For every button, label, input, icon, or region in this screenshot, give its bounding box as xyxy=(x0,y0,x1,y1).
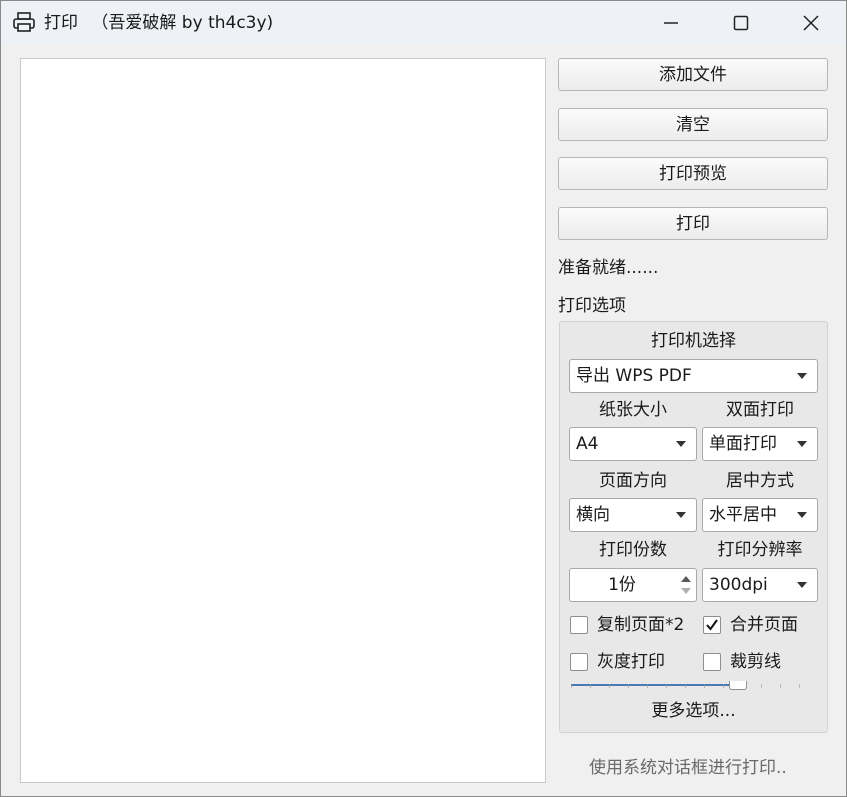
crop-marks-checkbox[interactable] xyxy=(703,653,721,671)
chevron-down-icon xyxy=(676,512,686,518)
copies-value: 1份 xyxy=(608,575,636,595)
slider-ticks xyxy=(571,684,817,688)
print-options-title: 打印选项 xyxy=(558,296,626,316)
grayscale-checkbox[interactable] xyxy=(570,653,588,671)
minimize-icon xyxy=(664,22,678,24)
close-button[interactable] xyxy=(776,1,846,45)
window-title-subtitle: （吾爱破解 by th4c3y) xyxy=(91,13,274,33)
paper-size-label: 纸张大小 xyxy=(599,400,667,420)
resolution-select-value: 300dpi xyxy=(709,575,768,595)
crop-marks-label: 裁剪线 xyxy=(730,652,781,672)
window-title-main: 打印 xyxy=(44,13,78,33)
checkmark-icon xyxy=(706,619,718,631)
centering-label: 居中方式 xyxy=(726,471,794,491)
status-text: 准备就绪...... xyxy=(558,258,659,278)
duplex-label: 双面打印 xyxy=(726,400,794,420)
paper-size-select-value: A4 xyxy=(576,434,599,454)
chevron-down-icon xyxy=(797,373,807,379)
title-bar[interactable]: 打印 （吾爱破解 by th4c3y) xyxy=(1,1,846,45)
copies-label: 打印份数 xyxy=(599,540,667,560)
close-icon xyxy=(803,15,819,31)
file-preview-area[interactable] xyxy=(20,58,546,783)
printer-label: 打印机选择 xyxy=(651,331,736,351)
chevron-down-icon xyxy=(797,582,807,588)
add-file-button[interactable]: 添加文件 xyxy=(558,58,828,91)
paper-size-select[interactable]: A4 xyxy=(569,427,697,461)
chevron-down-icon xyxy=(797,441,807,447)
maximize-button[interactable] xyxy=(706,1,776,45)
duplex-select[interactable]: 单面打印 xyxy=(702,427,818,461)
slider-track[interactable] xyxy=(571,684,817,688)
duplicate-pages-label: 复制页面*2 xyxy=(597,615,685,635)
printer-select[interactable]: 导出 WPS PDF xyxy=(569,359,818,393)
printer-icon xyxy=(13,12,35,32)
window-title: 打印 （吾爱破解 by th4c3y) xyxy=(44,12,273,34)
duplex-select-value: 单面打印 xyxy=(709,434,777,454)
centering-select-value: 水平居中 xyxy=(709,505,777,525)
print-preview-button[interactable]: 打印预览 xyxy=(558,157,828,190)
print-button[interactable]: 打印 xyxy=(558,207,828,240)
merge-pages-checkbox[interactable] xyxy=(703,616,721,634)
centering-select[interactable]: 水平居中 xyxy=(702,498,818,532)
slider-handle[interactable] xyxy=(729,681,747,690)
orientation-select[interactable]: 横向 xyxy=(569,498,697,532)
print-window: 打印 （吾爱破解 by th4c3y) 添加文件 清空 打印预览 打印 准备就绪… xyxy=(0,0,847,797)
minimize-button[interactable] xyxy=(636,1,706,45)
chevron-down-icon xyxy=(797,512,807,518)
printer-select-value: 导出 WPS PDF xyxy=(576,366,692,386)
more-options-button[interactable]: 更多选项... xyxy=(560,700,827,722)
orientation-select-value: 横向 xyxy=(576,505,610,525)
clear-button[interactable]: 清空 xyxy=(558,108,828,141)
chevron-down-icon xyxy=(676,441,686,447)
spin-down-icon[interactable] xyxy=(681,588,691,594)
grayscale-label: 灰度打印 xyxy=(597,652,665,672)
maximize-icon xyxy=(733,15,749,31)
spin-up-icon[interactable] xyxy=(681,576,691,582)
resolution-select[interactable]: 300dpi xyxy=(702,568,818,602)
system-dialog-link[interactable]: 使用系统对话框进行打印.. xyxy=(589,757,787,779)
merge-pages-label: 合并页面 xyxy=(730,615,798,635)
resolution-label: 打印分辨率 xyxy=(717,540,803,560)
copies-spinbox[interactable]: 1份 xyxy=(569,568,697,602)
duplicate-pages-checkbox[interactable] xyxy=(570,616,588,634)
orientation-label: 页面方向 xyxy=(599,471,667,491)
